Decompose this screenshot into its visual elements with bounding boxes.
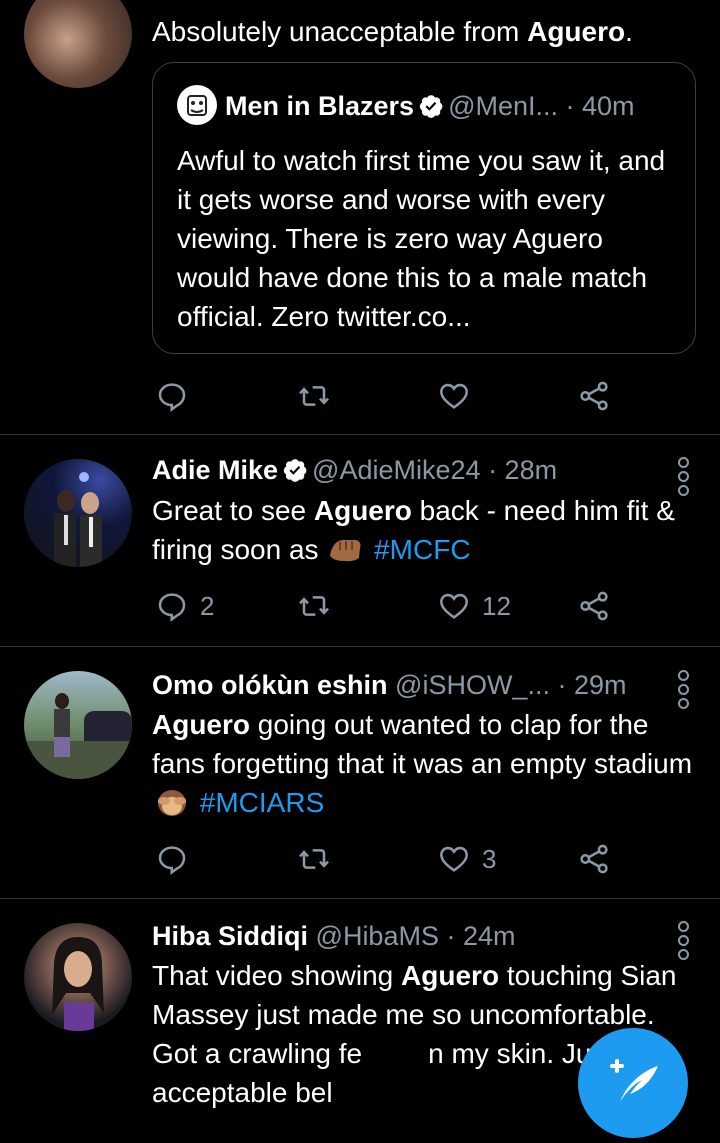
tweet-header: Hiba Siddiqi @HibaMS · 24m (152, 918, 640, 954)
tweet-actions: 3 (152, 841, 622, 877)
avatar[interactable] (24, 923, 132, 1031)
like-button[interactable] (438, 378, 470, 414)
compose-icon (610, 1059, 658, 1102)
compose-tweet-button[interactable] (578, 1028, 688, 1138)
like-icon (440, 846, 468, 872)
retweet-button[interactable] (298, 841, 330, 877)
like-icon (440, 593, 468, 619)
timestamp: · 24m (446, 921, 516, 951)
more-icon[interactable] (676, 668, 690, 709)
display-name[interactable]: Hiba Siddiqi (152, 921, 308, 951)
like-count: 12 (482, 590, 511, 621)
timestamp: · 29m (557, 670, 627, 700)
retweet-icon (299, 596, 329, 616)
handle: @AdieMike24 (312, 455, 481, 485)
hashtag[interactable]: #MCIARS (200, 787, 324, 818)
tweet-header: Adie Mike @AdieMike24 · 28m (152, 452, 640, 488)
tweet-3[interactable]: Omo olókùn eshin @iSHOW_... · 29m Aguero… (0, 647, 720, 898)
tweet-2[interactable]: Adie Mike @AdieMike24 · 28m Great to see … (0, 435, 720, 646)
more-icon[interactable] (676, 455, 690, 496)
men-in-blazers-avatar (177, 85, 217, 125)
tweet-actions (152, 378, 622, 414)
tweet-1[interactable]: Absolutely unacceptable from Aguero. Men… (0, 0, 720, 434)
reply-icon (158, 383, 186, 412)
see-no-evil-monkey-emoji (158, 790, 186, 816)
tweet-text: Absolutely unacceptable from Aguero. (152, 16, 633, 47)
quoted-tweet[interactable]: Men in Blazers @MenI... · 40m Awful to wa… (152, 62, 696, 354)
display-name[interactable]: Omo olókùn eshin (152, 670, 388, 700)
tweet-actions: 2 12 (152, 588, 622, 624)
handle: @HibaMS (315, 921, 439, 951)
tweet-text: Aguero going out wanted to clap for the … (152, 709, 693, 818)
like-count: 3 (482, 843, 497, 874)
reply-button[interactable]: 2 (156, 588, 214, 624)
retweet-button[interactable] (298, 588, 330, 624)
share-icon (580, 844, 608, 874)
like-button[interactable]: 3 (438, 841, 496, 877)
quoted-tweet-text: Awful to watch first time you saw it, an… (177, 145, 666, 332)
hashtag[interactable]: #MCFC (374, 534, 470, 565)
retweet-icon (299, 849, 329, 869)
share-button[interactable] (578, 841, 610, 877)
quoted-time: · 40m (565, 91, 635, 121)
retweet-button[interactable] (298, 378, 330, 414)
avatar[interactable] (24, 459, 132, 567)
verified-icon (419, 95, 443, 118)
reply-icon (158, 593, 186, 622)
quoted-tweet-header: Men in Blazers @MenI... · 40m (177, 85, 675, 126)
avatar[interactable] (24, 671, 132, 779)
retweet-icon (299, 386, 329, 406)
flexed-biceps-emoji (330, 540, 361, 562)
share-button[interactable] (578, 378, 610, 414)
reply-count: 2 (200, 590, 215, 621)
tweet-text: Great to see Aguero back - need him fit … (152, 495, 675, 565)
reply-button[interactable] (156, 841, 188, 877)
timestamp: · 28m (488, 455, 558, 485)
more-icon[interactable] (676, 919, 690, 960)
display-name[interactable]: Adie Mike (152, 455, 278, 485)
handle: @iSHOW_... (395, 670, 550, 700)
like-button[interactable]: 12 (438, 588, 511, 624)
like-icon (440, 383, 468, 409)
share-icon (580, 381, 608, 411)
quoted-name: Men in Blazers (225, 91, 415, 121)
share-icon (580, 591, 608, 621)
reply-button[interactable] (156, 378, 188, 414)
quoted-handle: @MenI... (448, 91, 559, 121)
verified-icon (283, 459, 307, 482)
avatar[interactable] (24, 0, 132, 88)
tweet-header: Omo olókùn eshin @iSHOW_... · 29m (152, 667, 640, 703)
reply-icon (158, 846, 186, 875)
share-button[interactable] (578, 588, 610, 624)
